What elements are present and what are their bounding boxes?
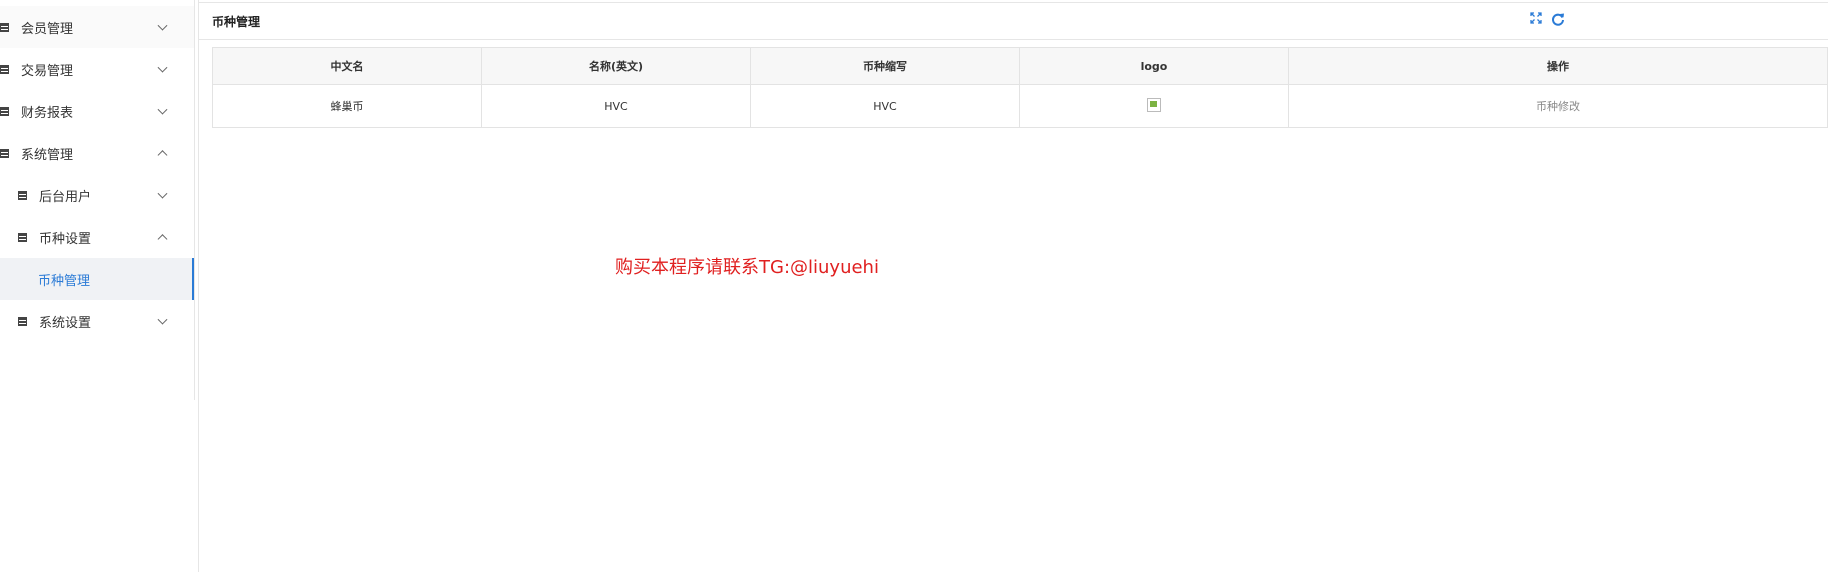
refresh-icon[interactable] <box>1551 12 1565 26</box>
column-header: 名称(英文) <box>481 47 751 85</box>
cell-logo <box>1019 84 1289 128</box>
cell-action: 币种修改 <box>1288 84 1828 128</box>
chevron-down-icon <box>157 20 168 31</box>
sidebar-item-label: 后台用户 <box>39 189 92 205</box>
sidebar-item-currency-management[interactable]: 币种管理 <box>0 258 194 300</box>
sidebar-item-trade-management[interactable]: 交易管理 <box>0 48 194 90</box>
sidebar-item-label: 交易管理 <box>21 63 74 79</box>
column-header: 中文名 <box>212 47 482 85</box>
sidebar-item-label: 币种管理 <box>38 273 91 289</box>
sidebar-item-system-settings[interactable]: 系统设置 <box>0 300 194 342</box>
page-title: 币种管理 <box>212 15 261 29</box>
chevron-down-icon <box>157 104 168 115</box>
chevron-up-icon <box>157 234 168 245</box>
sidebar: 会员管理 交易管理 财务报表 系统管理 后台用户 币种设置 币种管理 系统设置 <box>0 0 194 572</box>
cell-en-name: HVC <box>481 84 751 128</box>
cell-cn-name: 蜂巢币 <box>212 84 482 128</box>
sidebar-item-finance-reports[interactable]: 财务报表 <box>0 90 194 132</box>
sidebar-item-label: 会员管理 <box>21 21 74 37</box>
cell-abbr: HVC <box>750 84 1020 128</box>
column-header: logo <box>1019 47 1289 85</box>
table-row: 蜂巢币 HVC HVC 币种修改 <box>212 84 1828 128</box>
sidebar-item-currency-settings[interactable]: 币种设置 <box>0 216 194 258</box>
list-icon <box>0 148 9 158</box>
list-icon <box>18 316 27 326</box>
chevron-down-icon <box>157 314 168 325</box>
edit-currency-link[interactable]: 币种修改 <box>1536 100 1580 113</box>
list-icon <box>0 106 9 116</box>
sidebar-item-label: 系统管理 <box>21 147 74 163</box>
sidebar-item-label: 财务报表 <box>21 105 74 121</box>
sidebar-item-label: 币种设置 <box>39 231 92 247</box>
column-header: 操作 <box>1288 47 1828 85</box>
column-header: 币种缩写 <box>750 47 1020 85</box>
list-icon <box>18 232 27 242</box>
sidebar-menu: 会员管理 交易管理 财务报表 系统管理 后台用户 币种设置 币种管理 系统设置 <box>0 6 194 342</box>
watermark-text: 购买本程序请联系TG:@liuyuehi <box>615 257 879 278</box>
currency-table: 中文名 名称(英文) 币种缩写 logo 操作 蜂巢币 HVC HVC 币种修改 <box>212 47 1828 128</box>
content-panel: 币种管理 中文名 名称(英文) 币种缩写 logo 操作 蜂巢币 HVC HVC <box>199 2 1828 573</box>
table-header-row: 中文名 名称(英文) 币种缩写 logo 操作 <box>212 47 1828 85</box>
sidebar-item-label: 系统设置 <box>39 315 92 331</box>
chevron-down-icon <box>157 62 168 73</box>
sidebar-item-member-management[interactable]: 会员管理 <box>0 6 194 48</box>
expand-icon[interactable] <box>1529 12 1543 26</box>
list-icon <box>0 22 9 32</box>
sidebar-item-admin-users[interactable]: 后台用户 <box>0 174 194 216</box>
chevron-down-icon <box>157 188 168 199</box>
broken-image-icon <box>1147 97 1161 112</box>
sidebar-item-system-management[interactable]: 系统管理 <box>0 132 194 174</box>
list-icon <box>0 64 9 74</box>
sidebar-divider <box>194 0 195 400</box>
panel-header: 币种管理 <box>199 3 1828 40</box>
chevron-up-icon <box>157 150 168 161</box>
list-icon <box>18 190 27 200</box>
